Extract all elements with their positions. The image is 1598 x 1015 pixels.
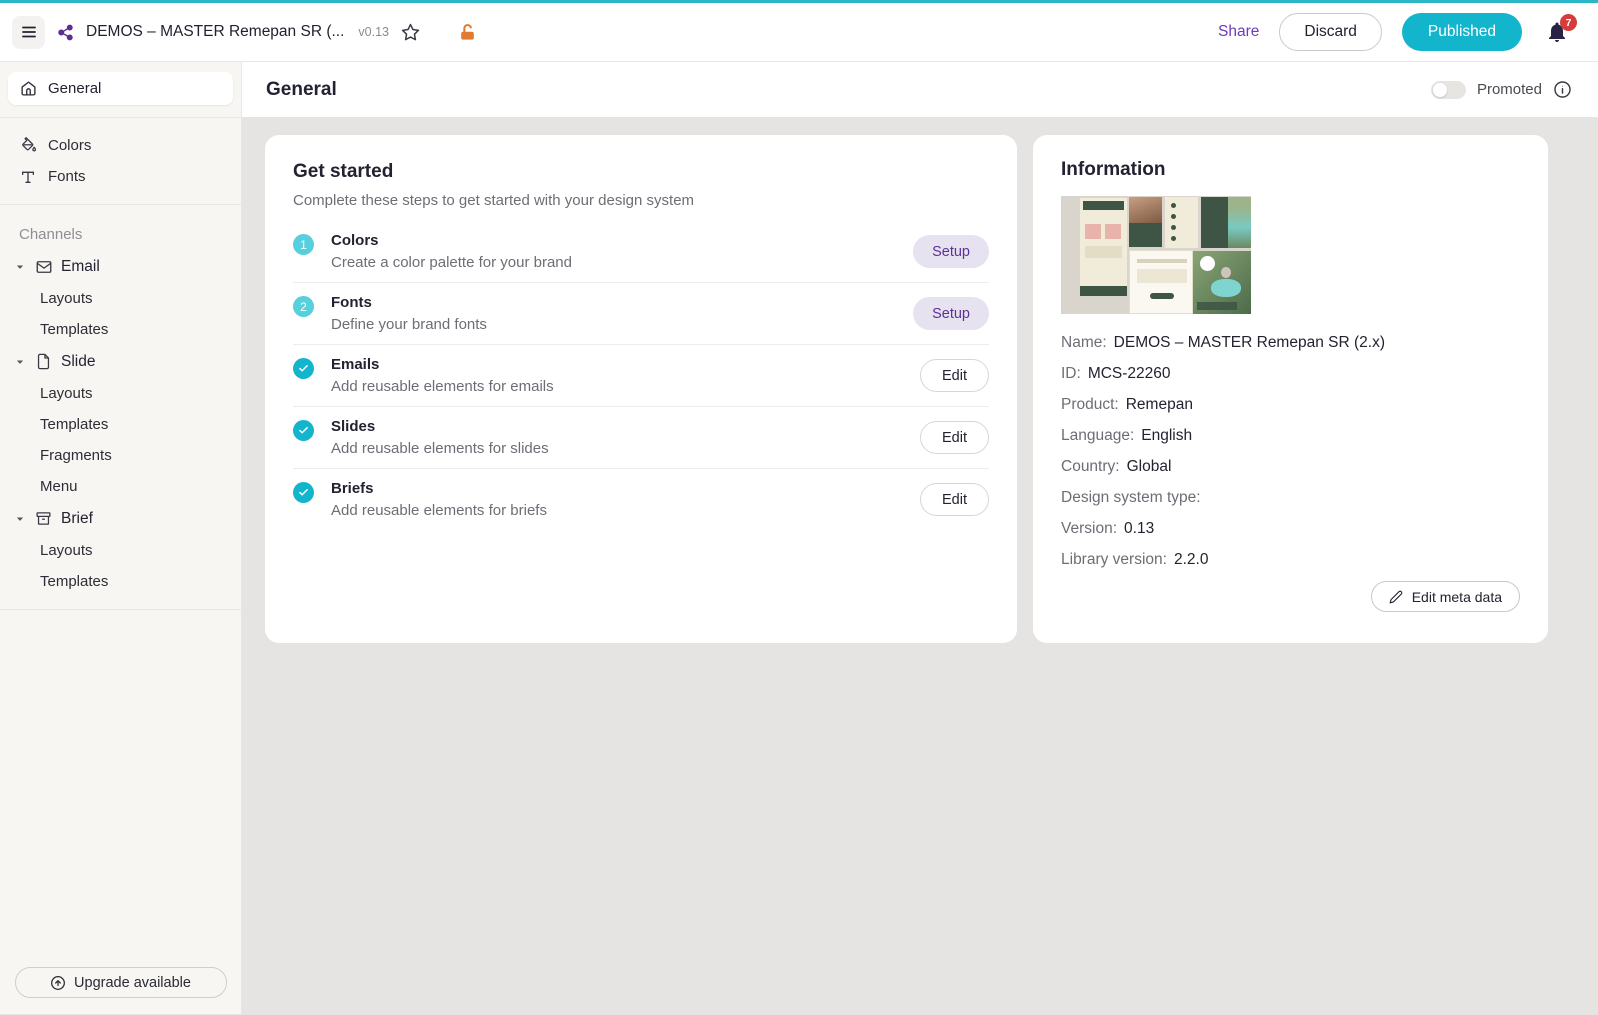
information-fields: Name: DEMOS – MASTER Remepan SR (2.x) ID… (1061, 327, 1520, 575)
upgrade-arrow-icon (50, 975, 66, 991)
sidebar-item-email-templates[interactable]: Templates (8, 314, 233, 345)
document-version: v0.13 (358, 25, 389, 39)
step-description: Add reusable elements for briefs (331, 502, 920, 519)
step-description: Add reusable elements for slides (331, 440, 920, 457)
promoted-toggle[interactable] (1431, 81, 1466, 99)
discard-button[interactable]: Discard (1279, 13, 1382, 51)
paint-bucket-icon (19, 137, 37, 154)
get-started-card: Get started Complete these steps to get … (265, 135, 1017, 643)
star-icon[interactable] (401, 23, 420, 42)
channels-section-label: Channels (8, 217, 233, 250)
notification-badge: 7 (1560, 14, 1577, 31)
unlock-icon[interactable] (458, 23, 477, 42)
step-row-fonts: 2 Fonts Define your brand fonts Setup (293, 282, 989, 344)
step-row-colors: 1 Colors Create a color palette for your… (293, 221, 989, 282)
step-description: Add reusable elements for emails (331, 378, 920, 395)
info-field-design-system-type: Design system type: (1061, 482, 1520, 513)
step-title: Emails (331, 356, 920, 373)
info-field-product: Product: Remepan (1061, 389, 1520, 420)
sidebar-item-brief[interactable]: Brief (8, 502, 233, 535)
page-title: General (266, 79, 337, 101)
setup-colors-button[interactable]: Setup (913, 235, 989, 268)
promoted-label: Promoted (1477, 81, 1542, 98)
get-started-subtitle: Complete these steps to get started with… (293, 192, 989, 209)
sidebar-item-brief-templates[interactable]: Templates (8, 566, 233, 597)
sidebar-divider (0, 117, 241, 118)
edit-meta-data-label: Edit meta data (1412, 589, 1502, 605)
sidebar-item-slide-templates[interactable]: Templates (8, 409, 233, 440)
chevron-down-icon[interactable] (14, 262, 26, 272)
info-field-version: Version: 0.13 (1061, 513, 1520, 544)
menu-button[interactable] (12, 16, 45, 49)
step-description: Create a color palette for your brand (331, 254, 913, 271)
edit-emails-button[interactable]: Edit (920, 359, 989, 392)
step-number-badge: 2 (293, 296, 314, 317)
step-title: Briefs (331, 480, 920, 497)
envelope-icon (34, 258, 53, 276)
sidebar-item-label: General (48, 80, 101, 97)
share-button[interactable]: Share (1218, 23, 1259, 41)
sidebar-item-general[interactable]: General (8, 72, 233, 105)
sidebar-item-label: Brief (61, 510, 93, 528)
main-header: General Promoted (242, 62, 1598, 117)
step-row-slides: Slides Add reusable elements for slides … (293, 406, 989, 468)
information-card: Information Name: DEMOS – MASTER Remepan… (1033, 135, 1548, 643)
edit-briefs-button[interactable]: Edit (920, 483, 989, 516)
sidebar-item-email[interactable]: Email (8, 250, 233, 283)
archive-icon (34, 510, 53, 527)
share-icon[interactable] (57, 24, 74, 41)
document-title: DEMOS – MASTER Remepan SR (... (86, 23, 344, 41)
page-icon (34, 353, 53, 370)
check-icon (293, 482, 314, 503)
step-row-briefs: Briefs Add reusable elements for briefs … (293, 468, 989, 530)
info-icon[interactable] (1553, 80, 1572, 99)
font-t-icon (19, 169, 37, 185)
sidebar-item-label: Colors (48, 137, 91, 154)
published-button[interactable]: Published (1402, 13, 1522, 51)
edit-meta-data-button[interactable]: Edit meta data (1371, 581, 1520, 612)
sidebar: General Colors Fonts Channels Email (0, 62, 242, 1014)
step-title: Fonts (331, 294, 913, 311)
get-started-title: Get started (293, 161, 989, 183)
home-icon (19, 80, 37, 97)
sidebar-item-slide-layouts[interactable]: Layouts (8, 378, 233, 409)
edit-slides-button[interactable]: Edit (920, 421, 989, 454)
info-field-language: Language: English (1061, 420, 1520, 451)
step-title: Slides (331, 418, 920, 435)
sidebar-item-label: Fonts (48, 168, 86, 185)
sidebar-item-email-layouts[interactable]: Layouts (8, 283, 233, 314)
info-field-name: Name: DEMOS – MASTER Remepan SR (2.x) (1061, 327, 1520, 358)
main-area: General Promoted Get started Complete th… (242, 62, 1598, 1014)
sidebar-item-fonts[interactable]: Fonts (8, 161, 233, 192)
topbar: DEMOS – MASTER Remepan SR (... v0.13 Sha… (0, 3, 1598, 62)
upgrade-label: Upgrade available (74, 975, 191, 991)
sidebar-divider (0, 609, 241, 610)
step-row-emails: Emails Add reusable elements for emails … (293, 344, 989, 406)
notifications-button[interactable]: 7 (1542, 17, 1572, 47)
sidebar-item-label: Slide (61, 353, 95, 371)
check-icon (293, 420, 314, 441)
setup-fonts-button[interactable]: Setup (913, 297, 989, 330)
chevron-down-icon[interactable] (14, 514, 26, 524)
information-title: Information (1061, 159, 1520, 181)
step-number-badge: 1 (293, 234, 314, 255)
chevron-down-icon[interactable] (14, 357, 26, 367)
check-icon (293, 358, 314, 379)
sidebar-item-slide[interactable]: Slide (8, 345, 233, 378)
design-system-thumbnail (1061, 196, 1251, 314)
info-field-country: Country: Global (1061, 451, 1520, 482)
sidebar-divider (0, 204, 241, 205)
sidebar-item-label: Email (61, 258, 100, 276)
sidebar-item-colors[interactable]: Colors (8, 130, 233, 161)
sidebar-item-slide-menu[interactable]: Menu (8, 471, 233, 502)
sidebar-item-brief-layouts[interactable]: Layouts (8, 535, 233, 566)
step-description: Define your brand fonts (331, 316, 913, 333)
menu-icon (20, 23, 38, 41)
step-title: Colors (331, 232, 913, 249)
upgrade-available-button[interactable]: Upgrade available (15, 967, 227, 998)
info-field-id: ID: MCS-22260 (1061, 358, 1520, 389)
info-field-library-version: Library version: 2.2.0 (1061, 544, 1520, 575)
pencil-icon (1389, 590, 1403, 604)
sidebar-item-slide-fragments[interactable]: Fragments (8, 440, 233, 471)
